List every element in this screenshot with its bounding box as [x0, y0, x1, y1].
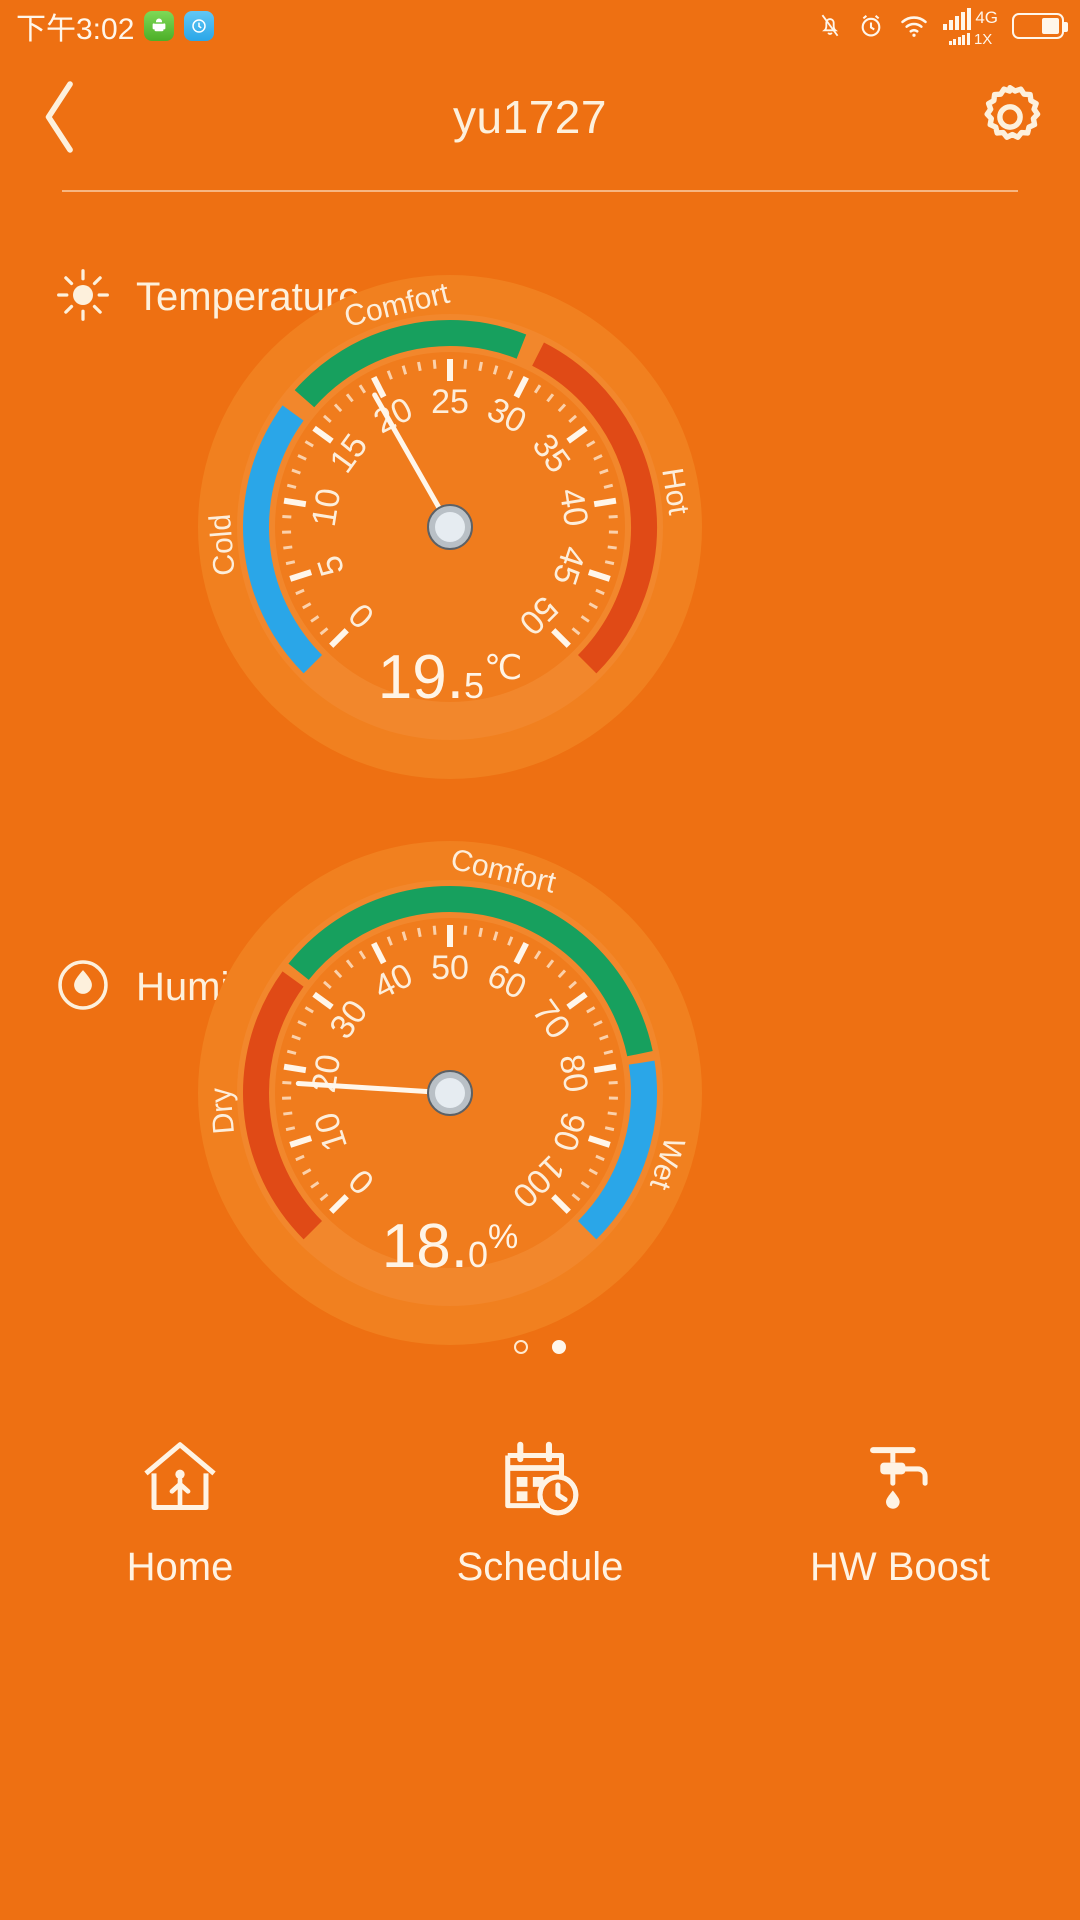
network-secondary-label: 1X	[973, 30, 993, 48]
zone-label-dry: Dry	[204, 1086, 241, 1135]
minor-tick	[478, 361, 483, 372]
temperature-value-dec: 5	[463, 665, 485, 706]
tick-label: 80	[552, 1052, 595, 1095]
tick-label: 10	[305, 486, 348, 529]
temperature-gauge[interactable]: 0 5 10 15 20 25 30 35 40 45 50 Cold Comfort Hot 19. 5…	[195, 272, 705, 782]
chevron-left-icon	[45, 81, 73, 153]
temperature-value-dot: .	[446, 643, 464, 712]
page-indicator[interactable]	[0, 1340, 1080, 1354]
nav-item-hw-boost[interactable]: HW Boost	[720, 1400, 1080, 1620]
major-tick	[593, 1063, 617, 1074]
minor-tick	[608, 514, 618, 519]
header-divider	[62, 190, 1018, 192]
page-title: yu1727	[453, 91, 607, 143]
tick-label: 25	[431, 383, 469, 421]
gear-icon	[984, 85, 1041, 140]
alarm-clock-icon	[857, 11, 885, 41]
minor-tick	[463, 359, 468, 369]
android-app-icon	[144, 11, 175, 41]
status-bar: 下午3:02 4G 1X	[0, 0, 1080, 52]
status-time: 下午3:02	[16, 13, 135, 46]
network-primary-label: 4G	[975, 8, 998, 27]
water-drop-icon	[56, 958, 110, 1017]
sun-icon	[56, 268, 110, 327]
minor-tick	[607, 545, 617, 550]
nav-label-hw-boost: HW Boost	[809, 1544, 991, 1589]
minor-tick	[282, 514, 292, 519]
zone-label-cold: Cold	[204, 513, 242, 577]
back-button[interactable]	[0, 52, 120, 182]
tick-label: 50	[431, 949, 469, 987]
bottom-navigation: Home Schedule HW Boost	[0, 1400, 1080, 1620]
minor-tick	[285, 560, 296, 566]
status-bar-left: 下午3:02	[16, 4, 215, 48]
temperature-value: 19. 5 ℃	[195, 647, 705, 709]
home-icon	[137, 1431, 223, 1523]
nav-label-schedule: Schedule	[456, 1544, 624, 1589]
minor-tick	[283, 1111, 293, 1116]
major-tick	[283, 1063, 307, 1074]
major-tick	[593, 497, 617, 508]
humidity-gauge[interactable]: 0 10 20 30 40 50 60 70 80 90 100 Dry Comfort Wet 18.…	[195, 838, 705, 1348]
minor-tick	[282, 1080, 292, 1085]
major-tick	[283, 497, 307, 508]
minor-tick	[283, 545, 293, 550]
nav-item-schedule[interactable]: Schedule	[360, 1400, 720, 1620]
nav-item-home[interactable]: Home	[0, 1400, 360, 1620]
temperature-value-int: 19	[377, 643, 447, 712]
page-dot-0[interactable]	[514, 1340, 528, 1354]
minor-tick	[478, 927, 483, 938]
signal-bars-icon: 4G 1X	[943, 6, 998, 47]
temperature-unit: ℃	[484, 649, 523, 687]
app-header: yu1727	[0, 52, 1080, 182]
settings-button[interactable]	[940, 52, 1080, 182]
nav-label-home: Home	[126, 1544, 234, 1589]
minor-tick	[463, 925, 468, 935]
humidity-value: 18. 0%	[195, 1216, 705, 1278]
humidity-value-dot: .	[450, 1212, 468, 1281]
wifi-icon	[899, 13, 929, 39]
minor-tick	[608, 1080, 618, 1085]
clock-app-icon	[184, 11, 215, 41]
minor-tick	[417, 927, 422, 938]
humidity-value-int: 18	[381, 1212, 451, 1281]
page-dot-1[interactable]	[552, 1340, 566, 1354]
faucet-icon	[857, 1431, 943, 1523]
minor-tick	[604, 1126, 615, 1132]
minor-tick	[432, 925, 437, 935]
battery-icon	[1012, 13, 1068, 39]
minor-tick	[607, 1111, 617, 1116]
status-bar-right: 4G 1X	[817, 6, 1068, 47]
humidity-unit: %	[488, 1218, 519, 1256]
temperature-needle-hub-inner	[435, 512, 465, 542]
humidity-value-dec: 0	[467, 1234, 488, 1275]
silent-bell-icon	[817, 11, 843, 41]
minor-tick	[285, 1126, 296, 1132]
minor-tick	[417, 361, 422, 372]
calendar-clock-icon	[497, 1431, 583, 1523]
humidity-needle-hub-inner	[435, 1078, 465, 1108]
tick-label: 40	[552, 486, 595, 529]
minor-tick	[604, 560, 615, 566]
minor-tick	[432, 359, 437, 369]
